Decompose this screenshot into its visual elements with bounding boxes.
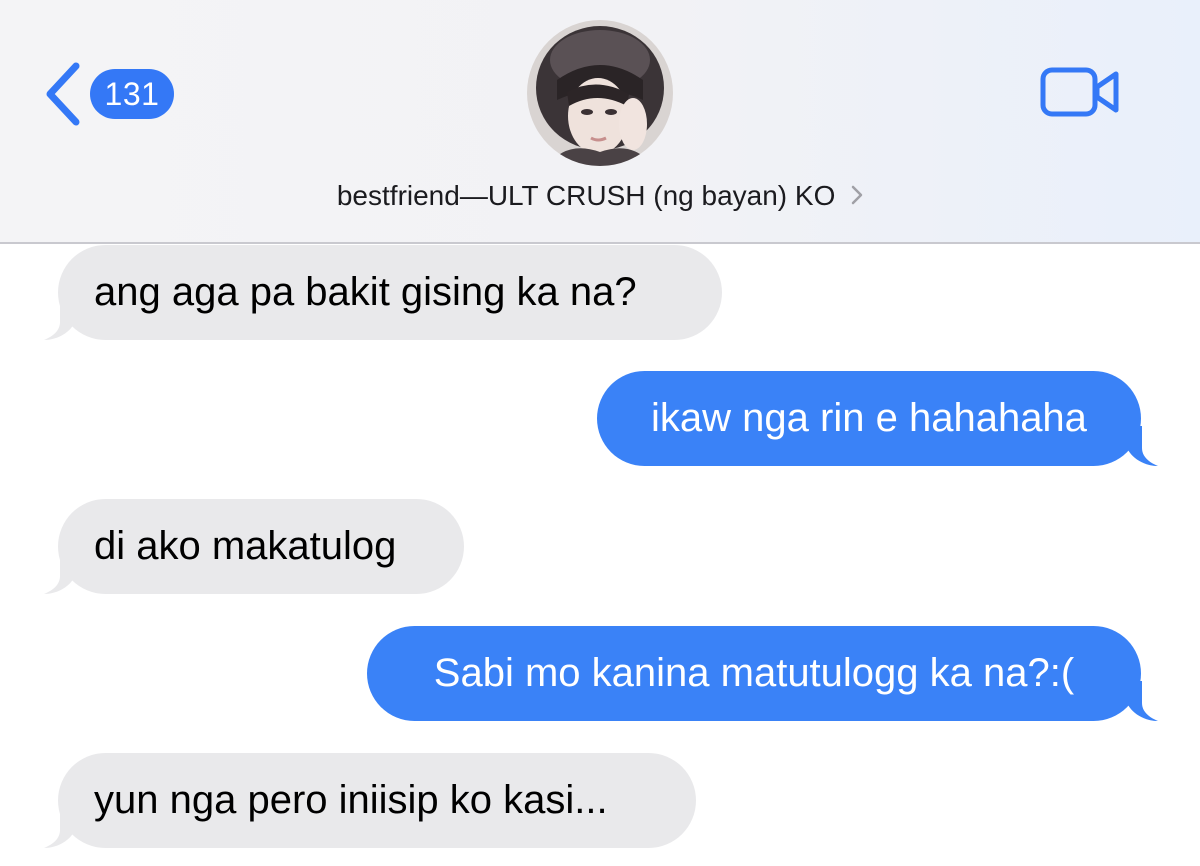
message-bubble-incoming[interactable]: di ako makatulog [58, 499, 464, 594]
video-call-button[interactable] [1040, 66, 1120, 118]
message-text: yun nga pero iniisip ko kasi... [94, 778, 608, 822]
video-camera-icon [1040, 66, 1120, 118]
message-text: Sabi mo kanina matutulogg ka na?:( [433, 651, 1075, 695]
message-text: ikaw nga rin e hahahaha [651, 396, 1087, 440]
message-text: ang aga pa bakit gising ka na? [94, 270, 637, 314]
unread-count-badge: 131 [90, 69, 174, 119]
back-button[interactable]: 131 [42, 62, 174, 126]
message-bubble-outgoing[interactable]: Sabi mo kanina matutulogg ka na?:( [367, 626, 1141, 721]
message-bubble-incoming[interactable]: yun nga pero iniisip ko kasi... [58, 753, 696, 848]
contact-name-button[interactable]: bestfriend—ULT CRUSH (ng bayan) KO [0, 180, 1200, 212]
message-text: di ako makatulog [94, 524, 397, 568]
message-bubble-incoming[interactable]: ang aga pa bakit gising ka na? [58, 245, 722, 340]
contact-name-label: bestfriend—ULT CRUSH (ng bayan) KO [336, 180, 836, 211]
chevron-left-icon [42, 62, 82, 126]
chevron-right-icon [851, 180, 863, 212]
conversation-header: 131 bestfriend—ULT CRUSH (ng bayan) KO [0, 0, 1200, 244]
contact-avatar[interactable] [527, 20, 673, 166]
message-bubble-outgoing[interactable]: ikaw nga rin e hahahaha [597, 371, 1141, 466]
